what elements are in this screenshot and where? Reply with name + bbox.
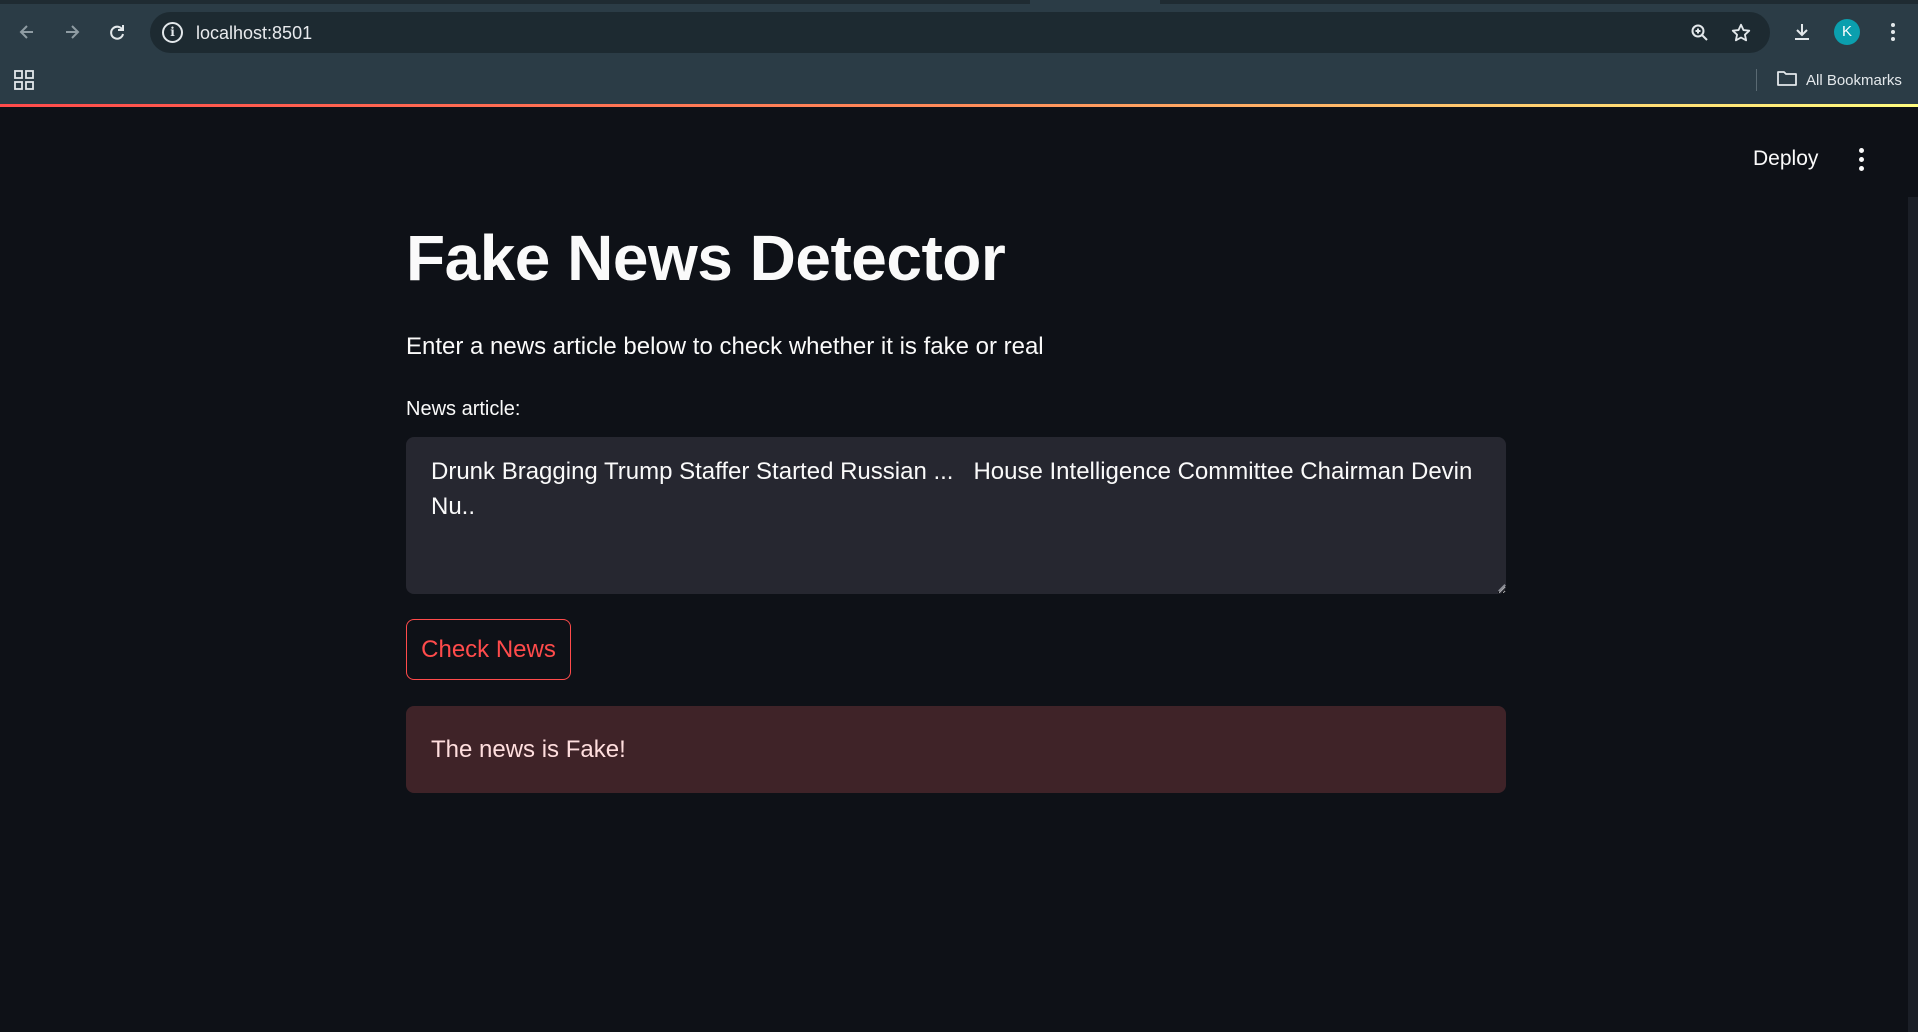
star-icon[interactable]	[1726, 18, 1756, 48]
page-subtitle: Enter a news article below to check whet…	[406, 333, 1044, 360]
bookmarks-separator	[1756, 69, 1757, 91]
tab-strip	[0, 0, 1030, 4]
site-info-icon[interactable]: i	[162, 22, 183, 43]
page-title: Fake News Detector	[406, 222, 1006, 294]
tab-strip	[1160, 0, 1918, 4]
reload-icon[interactable]	[99, 14, 135, 50]
url-text[interactable]: localhost:8501	[196, 23, 312, 44]
address-bar[interactable]: i localhost:8501	[150, 12, 1770, 53]
main-menu-icon[interactable]	[1846, 142, 1876, 176]
all-bookmarks-label: All Bookmarks	[1806, 71, 1902, 89]
bookmarks-bar: All Bookmarks	[0, 60, 1918, 100]
forward-icon[interactable]	[54, 14, 90, 50]
browser-toolbar: i localhost:8501 K	[0, 6, 1918, 58]
apps-icon[interactable]	[12, 68, 36, 92]
download-icon[interactable]	[1784, 14, 1820, 50]
app-viewport: Deploy Fake News Detector Enter a news a…	[0, 107, 1918, 1032]
scrollbar[interactable]	[1908, 197, 1918, 1032]
result-error-alert: The news is Fake!	[406, 706, 1506, 793]
back-icon[interactable]	[9, 14, 45, 50]
deploy-button[interactable]: Deploy	[1735, 144, 1836, 174]
result-text: The news is Fake!	[431, 735, 626, 763]
browser-chrome: i localhost:8501 K All Bookmarks	[0, 0, 1918, 104]
profile-avatar[interactable]: K	[1834, 19, 1860, 45]
zoom-icon[interactable]	[1685, 18, 1715, 48]
check-news-button[interactable]: Check News	[406, 619, 571, 680]
menu-icon[interactable]	[1875, 14, 1911, 50]
folder-icon	[1776, 69, 1798, 91]
all-bookmarks-button[interactable]: All Bookmarks	[1776, 68, 1902, 92]
news-article-label: News article:	[406, 398, 521, 420]
news-article-input[interactable]: Drunk Bragging Trump Staffer Started Rus…	[406, 437, 1506, 594]
